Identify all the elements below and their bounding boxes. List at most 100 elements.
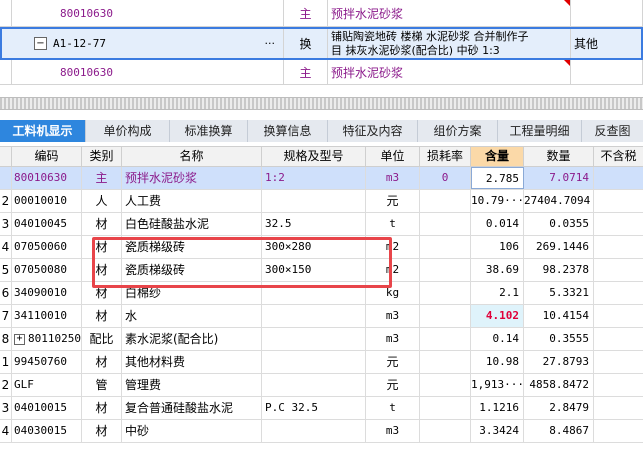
row-code: 07050080	[12, 259, 82, 281]
row-indicator	[2, 29, 12, 58]
row-content[interactable]: 3.3424	[471, 420, 524, 442]
row-unit: m3	[366, 328, 420, 350]
tab-quantity-detail[interactable]: 工程量明细	[498, 120, 582, 142]
row-content[interactable]: 10.79···	[471, 190, 524, 212]
row-name: 中砂	[122, 420, 262, 442]
row-name: 水	[122, 305, 262, 327]
row-spec	[262, 374, 366, 396]
top-name: 预拌水泥砂浆	[328, 60, 571, 84]
row-loss: 0	[420, 167, 471, 189]
top-extra: 其他	[574, 37, 599, 51]
table-row[interactable]: 8 +80110250 配比 素水泥浆(配合比) m3 0.14 0.3555	[0, 328, 643, 351]
row-code: 07050060	[12, 236, 82, 258]
top-row-2[interactable]: − A1-12-77 ··· 换 铺贴陶瓷地砖 楼梯 水泥砂浆 合并制作子 目 …	[0, 27, 643, 60]
row-index: 2	[0, 374, 12, 396]
row-content[interactable]: 1.1216	[471, 397, 524, 419]
row-unit: m3	[366, 167, 420, 189]
row-content[interactable]: 10.98	[471, 351, 524, 373]
row-loss	[420, 397, 471, 419]
row-price	[594, 236, 643, 258]
row-loss	[420, 374, 471, 396]
top-row-1[interactable]: 80010630 主 预拌水泥砂浆	[0, 0, 643, 27]
row-unit: 元	[366, 351, 420, 373]
tab-pricing-plan[interactable]: 组价方案	[418, 120, 498, 142]
header-unit[interactable]: 单位	[366, 147, 420, 166]
tab-labor-material[interactable]: 工料机显示	[0, 120, 86, 142]
row-content[interactable]: 2.1	[471, 282, 524, 304]
row-unit: m3	[366, 420, 420, 442]
tab-unit-price[interactable]: 单价构成	[86, 120, 170, 142]
table-row[interactable]: 3 04010015 材 复合普通硅酸盐水泥 P.C 32.5 t 1.1216…	[0, 397, 643, 420]
row-loss	[420, 190, 471, 212]
row-content-input[interactable]: 2.785	[471, 167, 524, 189]
row-content[interactable]: 1,913···	[471, 374, 524, 396]
table-row[interactable]: 1 99450760 材 其他材料费 元 10.98 27.8793	[0, 351, 643, 374]
table-row[interactable]: 2 GLF 管 管理费 元 1,913··· 4858.8472	[0, 374, 643, 397]
top-code: 80010630	[12, 60, 284, 84]
row-price	[594, 374, 643, 396]
row-content-modified[interactable]: 4.102	[471, 305, 524, 327]
header-loss-rate[interactable]: 损耗率	[420, 147, 471, 166]
row-type: 材	[82, 305, 122, 327]
top-type: 换	[284, 29, 328, 58]
row-type: 材	[82, 420, 122, 442]
row-price	[594, 259, 643, 281]
row-index: 7	[0, 305, 12, 327]
row-index: 4	[0, 236, 12, 258]
header-index	[0, 147, 12, 166]
row-quantity: 10.4154	[524, 305, 594, 327]
row-content[interactable]: 38.69	[471, 259, 524, 281]
tab-reverse-lookup[interactable]: 反查图	[582, 120, 643, 142]
row-content[interactable]: 0.014	[471, 213, 524, 235]
row-quantity: 8.4867	[524, 420, 594, 442]
more-ellipsis-button[interactable]: ···	[265, 37, 276, 50]
row-indicator	[0, 0, 12, 26]
row-loss	[420, 420, 471, 442]
row-price	[594, 305, 643, 327]
header-content[interactable]: 含量	[471, 147, 524, 166]
top-row-3[interactable]: 80010630 主 预拌水泥砂浆	[0, 60, 643, 85]
row-loss	[420, 213, 471, 235]
row-index: 1	[0, 351, 12, 373]
table-row[interactable]: 3 04010045 材 白色硅酸盐水泥 32.5 t 0.014 0.0355	[0, 213, 643, 236]
row-content[interactable]: 0.14	[471, 328, 524, 350]
row-quantity: 0.0355	[524, 213, 594, 235]
top-code: 80010630	[12, 0, 284, 26]
expand-icon[interactable]: +	[14, 333, 25, 345]
header-type[interactable]: 类别	[82, 147, 122, 166]
header-name[interactable]: 名称	[122, 147, 262, 166]
row-unit: 元	[366, 190, 420, 212]
top-name: 预拌水泥砂浆	[328, 0, 571, 26]
header-spec[interactable]: 规格及型号	[262, 147, 366, 166]
row-spec	[262, 190, 366, 212]
row-type: 主	[82, 167, 122, 189]
row-quantity: 4858.8472	[524, 374, 594, 396]
row-spec	[262, 420, 366, 442]
tab-features[interactable]: 特征及内容	[328, 120, 418, 142]
row-loss	[420, 259, 471, 281]
table-row[interactable]: 4 04030015 材 中砂 m3 3.3424 8.4867	[0, 420, 643, 443]
header-code[interactable]: 编码	[12, 147, 82, 166]
pane-splitter[interactable]	[0, 97, 643, 110]
row-loss	[420, 351, 471, 373]
row-content[interactable]: 106	[471, 236, 524, 258]
header-quantity[interactable]: 数量	[524, 147, 594, 166]
row-type: 材	[82, 397, 122, 419]
row-name: 人工费	[122, 190, 262, 212]
tab-standard-conversion[interactable]: 标准换算	[170, 120, 248, 142]
row-code: 80010630	[12, 167, 82, 189]
row-spec	[262, 305, 366, 327]
table-header: 编码 类别 名称 规格及型号 单位 损耗率 含量 数量 不含税	[0, 146, 643, 167]
row-quantity: 7.0714	[524, 167, 594, 189]
table-row[interactable]: 7 34110010 材 水 m3 4.102 10.4154	[0, 305, 643, 328]
header-price-excl-tax[interactable]: 不含税	[594, 147, 643, 166]
collapse-icon[interactable]: −	[34, 37, 47, 50]
row-type: 材	[82, 351, 122, 373]
table-row[interactable]: 80010630 主 预拌水泥砂浆 1:2 m3 0 2.785 7.0714	[0, 167, 643, 190]
table-row[interactable]: 2 00010010 人 人工费 元 10.79··· 27404.7094	[0, 190, 643, 213]
row-loss	[420, 305, 471, 327]
tab-conversion-info[interactable]: 换算信息	[248, 120, 328, 142]
row-quantity: 98.2378	[524, 259, 594, 281]
row-quantity: 269.1446	[524, 236, 594, 258]
row-name: 复合普通硅酸盐水泥	[122, 397, 262, 419]
